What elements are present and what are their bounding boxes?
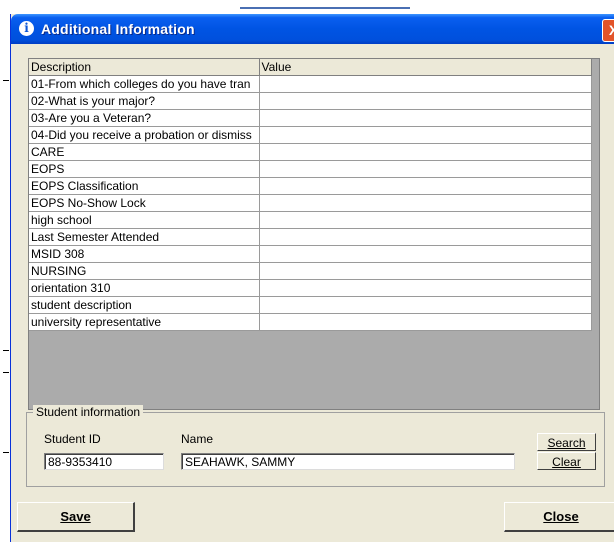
background-window-edge	[0, 0, 10, 542]
student-information-group	[26, 412, 605, 487]
value-cell[interactable]	[259, 296, 592, 314]
description-cell[interactable]: orientation 310	[29, 279, 260, 297]
background-tick	[3, 80, 9, 81]
description-cell[interactable]: EOPS No-Show Lock	[29, 194, 260, 212]
table-header-row: Description Value	[29, 59, 592, 76]
clear-button[interactable]: Clear	[537, 452, 596, 470]
table-row[interactable]: Last Semester Attended	[29, 228, 592, 246]
dialog-title: Additional Information	[41, 21, 195, 37]
search-button-label: Search	[547, 436, 586, 450]
value-cell[interactable]	[259, 75, 592, 93]
background-window-fragment	[240, 7, 410, 9]
close-button-label: Close	[543, 509, 579, 524]
table-row[interactable]: EOPS No-Show Lock	[29, 194, 592, 212]
value-cell[interactable]	[259, 143, 592, 161]
value-cell[interactable]	[259, 109, 592, 127]
additional-information-dialog: i Additional Information X Description V…	[10, 14, 614, 542]
value-cell[interactable]	[259, 279, 592, 297]
table-row[interactable]: EOPS Classification	[29, 177, 592, 195]
description-cell[interactable]: NURSING	[29, 262, 260, 280]
value-cell[interactable]	[259, 92, 592, 110]
student-id-label: Student ID	[44, 432, 101, 446]
description-cell[interactable]: high school	[29, 211, 260, 229]
name-field[interactable]: SEAHAWK, SAMMY	[181, 453, 515, 470]
description-cell[interactable]: Last Semester Attended	[29, 228, 260, 246]
value-cell[interactable]	[259, 262, 592, 280]
value-cell[interactable]	[259, 177, 592, 195]
clear-button-label: Clear	[552, 455, 581, 469]
value-cell[interactable]	[259, 194, 592, 212]
table-row[interactable]: NURSING	[29, 262, 592, 280]
info-table: Description Value 01-From which colleges…	[29, 59, 592, 331]
additional-info-grid: Description Value 01-From which colleges…	[28, 58, 600, 410]
table-body: 01-From which colleges do you have tran 0…	[29, 75, 592, 331]
description-cell[interactable]: CARE	[29, 143, 260, 161]
name-label: Name	[181, 432, 214, 446]
search-button[interactable]: Search	[537, 433, 596, 451]
title-bar[interactable]: i Additional Information X	[11, 14, 614, 44]
background-tick	[3, 372, 9, 373]
table-row[interactable]: 04-Did you receive a probation or dismis…	[29, 126, 592, 144]
column-header-value[interactable]: Value	[259, 59, 592, 76]
table-row[interactable]: orientation 310	[29, 279, 592, 297]
student-information-label: Student information	[33, 405, 144, 419]
description-cell[interactable]: 02-What is your major?	[29, 92, 260, 110]
value-cell[interactable]	[259, 211, 592, 229]
column-header-description[interactable]: Description	[29, 59, 260, 76]
description-cell[interactable]: MSID 308	[29, 245, 260, 263]
background-tick	[3, 350, 9, 351]
table-row[interactable]: 02-What is your major?	[29, 92, 592, 110]
value-cell[interactable]	[259, 245, 592, 263]
description-cell[interactable]: student description	[29, 296, 260, 314]
table-row[interactable]: high school	[29, 211, 592, 229]
close-button[interactable]: Close	[504, 502, 614, 532]
description-cell[interactable]: 01-From which colleges do you have tran	[29, 75, 260, 93]
description-cell[interactable]: 04-Did you receive a probation or dismis…	[29, 126, 260, 144]
value-cell[interactable]	[259, 228, 592, 246]
value-cell[interactable]	[259, 126, 592, 144]
table-row[interactable]: CARE	[29, 143, 592, 161]
description-cell[interactable]: EOPS	[29, 160, 260, 178]
description-cell[interactable]: EOPS Classification	[29, 177, 260, 195]
description-cell[interactable]: 03-Are you a Veteran?	[29, 109, 260, 127]
value-cell[interactable]	[259, 313, 592, 331]
description-cell[interactable]: university representative	[29, 313, 260, 331]
close-icon[interactable]: X	[602, 19, 614, 42]
table-row[interactable]: EOPS	[29, 160, 592, 178]
table-row[interactable]: university representative	[29, 313, 592, 331]
save-button-label: Save	[60, 509, 91, 524]
table-row[interactable]: MSID 308	[29, 245, 592, 263]
table-row[interactable]: 01-From which colleges do you have tran	[29, 75, 592, 93]
table-row[interactable]: 03-Are you a Veteran?	[29, 109, 592, 127]
value-cell[interactable]	[259, 160, 592, 178]
save-button[interactable]: Save	[17, 502, 135, 532]
info-icon: i	[19, 21, 34, 36]
table-row[interactable]: student description	[29, 296, 592, 314]
student-id-field[interactable]: 88-9353410	[44, 453, 164, 470]
background-tick	[3, 452, 9, 453]
